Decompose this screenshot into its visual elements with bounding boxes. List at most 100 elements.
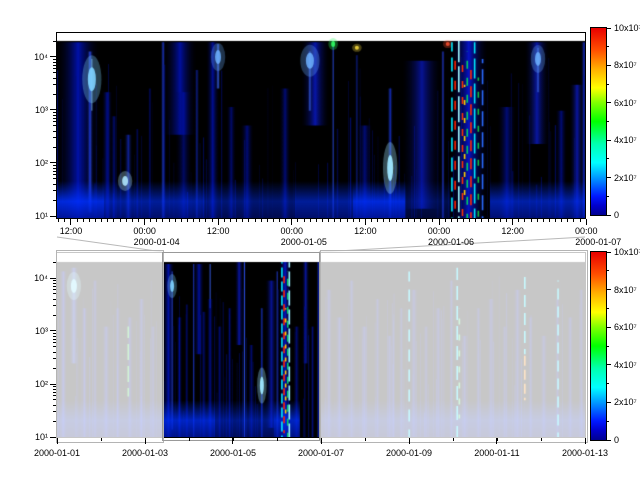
x-minor-tick (212, 219, 213, 222)
y-minor-tick (53, 411, 56, 412)
x-minor-tick (224, 219, 225, 222)
spectrogram-zoom-window: 12:0000:002000-01-0412:0000:002000-01-05… (0, 0, 640, 480)
x-minor-tick (541, 438, 542, 441)
x-minor-tick (497, 438, 498, 441)
colorbar-major-tick (606, 289, 611, 290)
x-minor-tick (297, 219, 298, 222)
detail-panel (56, 32, 586, 219)
x-minor-tick (561, 219, 562, 222)
x-minor-tick (57, 438, 58, 441)
y-minor-tick (53, 125, 56, 126)
y-major-tick (50, 437, 56, 438)
colorbar-tick-label: 6x10⁷ (614, 322, 637, 332)
y-tick-label: 10² (35, 379, 48, 389)
x-minor-tick (555, 219, 556, 222)
x-minor-tick (334, 219, 335, 222)
x-minor-tick (328, 219, 329, 222)
y-minor-tick (53, 84, 56, 85)
y-minor-tick (53, 121, 56, 122)
y-minor-tick (53, 280, 56, 281)
y-minor-tick (53, 165, 56, 166)
y-major-tick (50, 278, 56, 279)
colorbar-tick-label: 6x10⁷ (614, 98, 637, 108)
x-tick-label: 2000-01-01 (34, 448, 80, 458)
y-minor-tick (53, 315, 56, 316)
colorbar-tick-label: 4x10⁷ (614, 135, 637, 145)
x-minor-tick (175, 219, 176, 222)
y-minor-tick (53, 118, 56, 119)
x-minor-tick (205, 219, 206, 222)
y-minor-tick (53, 336, 56, 337)
detail-spectrogram[interactable] (57, 33, 585, 218)
x-minor-tick (145, 438, 146, 441)
x-minor-tick (469, 219, 470, 222)
x-minor-tick (389, 219, 390, 222)
colorbar-minor-tick (606, 421, 609, 422)
y-major-tick (50, 56, 56, 57)
x-tick-label: 12:00 (354, 226, 377, 236)
x-minor-tick (506, 219, 507, 222)
x-minor-tick (279, 219, 280, 222)
x-minor-tick (518, 219, 519, 222)
y-minor-tick (53, 147, 56, 148)
x-minor-tick (475, 219, 476, 222)
x-minor-tick (132, 219, 133, 222)
x-minor-tick (402, 219, 403, 222)
x-minor-tick (500, 219, 501, 222)
x-minor-tick (524, 219, 525, 222)
colorbar-tick-label: 0 (614, 435, 619, 445)
y-minor-tick (53, 368, 56, 369)
zoom-selection-rect[interactable] (162, 252, 320, 441)
y-minor-tick (53, 78, 56, 79)
y-minor-tick (53, 168, 56, 169)
x-minor-tick (310, 219, 311, 222)
colorbar-major-tick (606, 177, 611, 178)
x-minor-tick (347, 219, 348, 222)
y-minor-tick (53, 389, 56, 390)
colorbar-major-tick (606, 102, 611, 103)
x-minor-tick (408, 219, 409, 222)
x-tick-label: 2000-01-03 (122, 448, 168, 458)
y-minor-tick (53, 421, 56, 422)
x-tick-label: 2000-01-07 (298, 448, 344, 458)
x-tick-label: 12:00 (60, 226, 83, 236)
x-minor-tick (233, 438, 234, 441)
x-minor-tick (531, 219, 532, 222)
x-minor-tick (138, 219, 139, 222)
x-date-label: 2000-01-04 (134, 237, 180, 247)
colorbar-major-tick (606, 402, 611, 403)
y-minor-tick (53, 346, 56, 347)
x-minor-tick (567, 219, 568, 222)
y-minor-tick (53, 94, 56, 95)
colorbar-tick-label: 10x10⁷ (614, 247, 640, 257)
x-minor-tick (218, 219, 219, 222)
x-minor-tick (162, 219, 163, 222)
y-minor-tick (53, 405, 56, 406)
context-colorbar (590, 251, 607, 441)
colorbar-major-tick (606, 440, 611, 441)
x-tick-label: 00:00 (281, 226, 304, 236)
x-date-label: 2000-01-07 (575, 237, 621, 247)
x-minor-tick (549, 219, 550, 222)
x-minor-tick (189, 438, 190, 441)
x-minor-tick (277, 438, 278, 441)
y-major-tick (50, 216, 56, 217)
x-minor-tick (101, 219, 102, 222)
x-minor-tick (537, 219, 538, 222)
y-minor-tick (53, 59, 56, 60)
x-minor-tick (426, 219, 427, 222)
y-minor-tick (53, 65, 56, 66)
y-minor-tick (53, 41, 56, 42)
x-minor-tick (120, 219, 121, 222)
colorbar-tick-label: 4x10⁷ (614, 360, 637, 370)
x-minor-tick (409, 438, 410, 441)
y-minor-tick (53, 305, 56, 306)
x-tick-label: 2000-01-13 (562, 448, 608, 458)
colorbar-minor-tick (606, 308, 609, 309)
colorbar-minor-tick (606, 383, 609, 384)
x-minor-tick (396, 219, 397, 222)
x-minor-tick (255, 219, 256, 222)
y-tick-label: 10² (35, 158, 48, 168)
y-major-tick (50, 384, 56, 385)
x-minor-tick (463, 219, 464, 222)
